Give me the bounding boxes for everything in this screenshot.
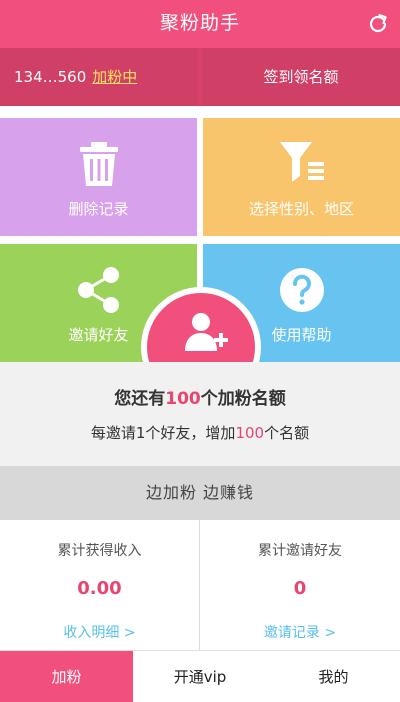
stats-panel: 累计获得收入 0.00 收入明细 > 累计邀请好友 0 邀请记录 > <box>0 520 400 650</box>
tab-add-fans[interactable]: 加粉 <box>0 651 133 702</box>
select-filter-label: 选择性别、地区 <box>248 200 354 218</box>
slogan-banner: 边加粉 边赚钱 <box>0 466 400 520</box>
income-stat: 累计获得收入 0.00 收入明细 > <box>0 520 200 650</box>
tab-mine[interactable]: 我的 <box>267 651 400 702</box>
invite-reward-count: 100 <box>235 424 265 442</box>
quota-panel: 您还有100个加粉名额 每邀请1个好友，增加100个名额 <box>0 362 400 466</box>
invite-reward-prefix: 每邀请1个好友，增加 <box>90 424 236 442</box>
invite-records-link[interactable]: 邀请记录 > <box>200 622 400 642</box>
status-link[interactable]: 加粉中 <box>92 68 137 86</box>
filter-icon <box>279 142 324 182</box>
app-title: 聚粉助手 <box>159 12 240 34</box>
trash-icon <box>79 142 118 186</box>
quota-prefix: 您还有 <box>114 389 166 409</box>
top-bar: 聚粉助手 <box>0 0 400 48</box>
invite-stat: 累计邀请好友 0 邀请记录 > <box>200 520 400 650</box>
tab-vip[interactable]: 开通vip <box>133 651 267 702</box>
quota-count: 100 <box>165 389 201 409</box>
invite-reward-suffix: 个名额 <box>264 424 310 442</box>
refresh-icon[interactable] <box>366 12 390 36</box>
delete-records-tile[interactable]: 删除记录 <box>0 118 197 236</box>
feature-grid: 删除记录 选择性别、地区 邀请好友 使用帮助 <box>0 112 400 407</box>
bottom-nav: 加粉 开通vip 我的 <box>0 650 400 702</box>
phone-number: 134…560 <box>14 68 87 86</box>
invite-count-label: 累计邀请好友 <box>258 543 342 559</box>
income-details-link[interactable]: 收入明细 > <box>0 622 199 642</box>
share-icon <box>77 267 119 313</box>
income-label: 累计获得收入 <box>57 543 142 559</box>
quota-invite-text: 每邀请1个好友，增加100个名额 <box>0 422 400 443</box>
invite-count-value: 0 <box>293 578 307 599</box>
add-user-icon <box>185 313 228 351</box>
select-filter-tile[interactable]: 选择性别、地区 <box>203 118 400 236</box>
checkin-button[interactable]: 签到领名额 <box>202 48 400 106</box>
quota-suffix: 个加粉名额 <box>200 389 286 409</box>
account-bar: 134…560 加粉中 签到领名额 <box>0 48 400 106</box>
quota-remaining-text: 您还有100个加粉名额 <box>0 384 400 409</box>
income-value: 0.00 <box>77 578 122 599</box>
account-status[interactable]: 134…560 加粉中 <box>0 48 198 106</box>
help-icon <box>279 268 324 312</box>
delete-records-label: 删除记录 <box>68 200 129 218</box>
